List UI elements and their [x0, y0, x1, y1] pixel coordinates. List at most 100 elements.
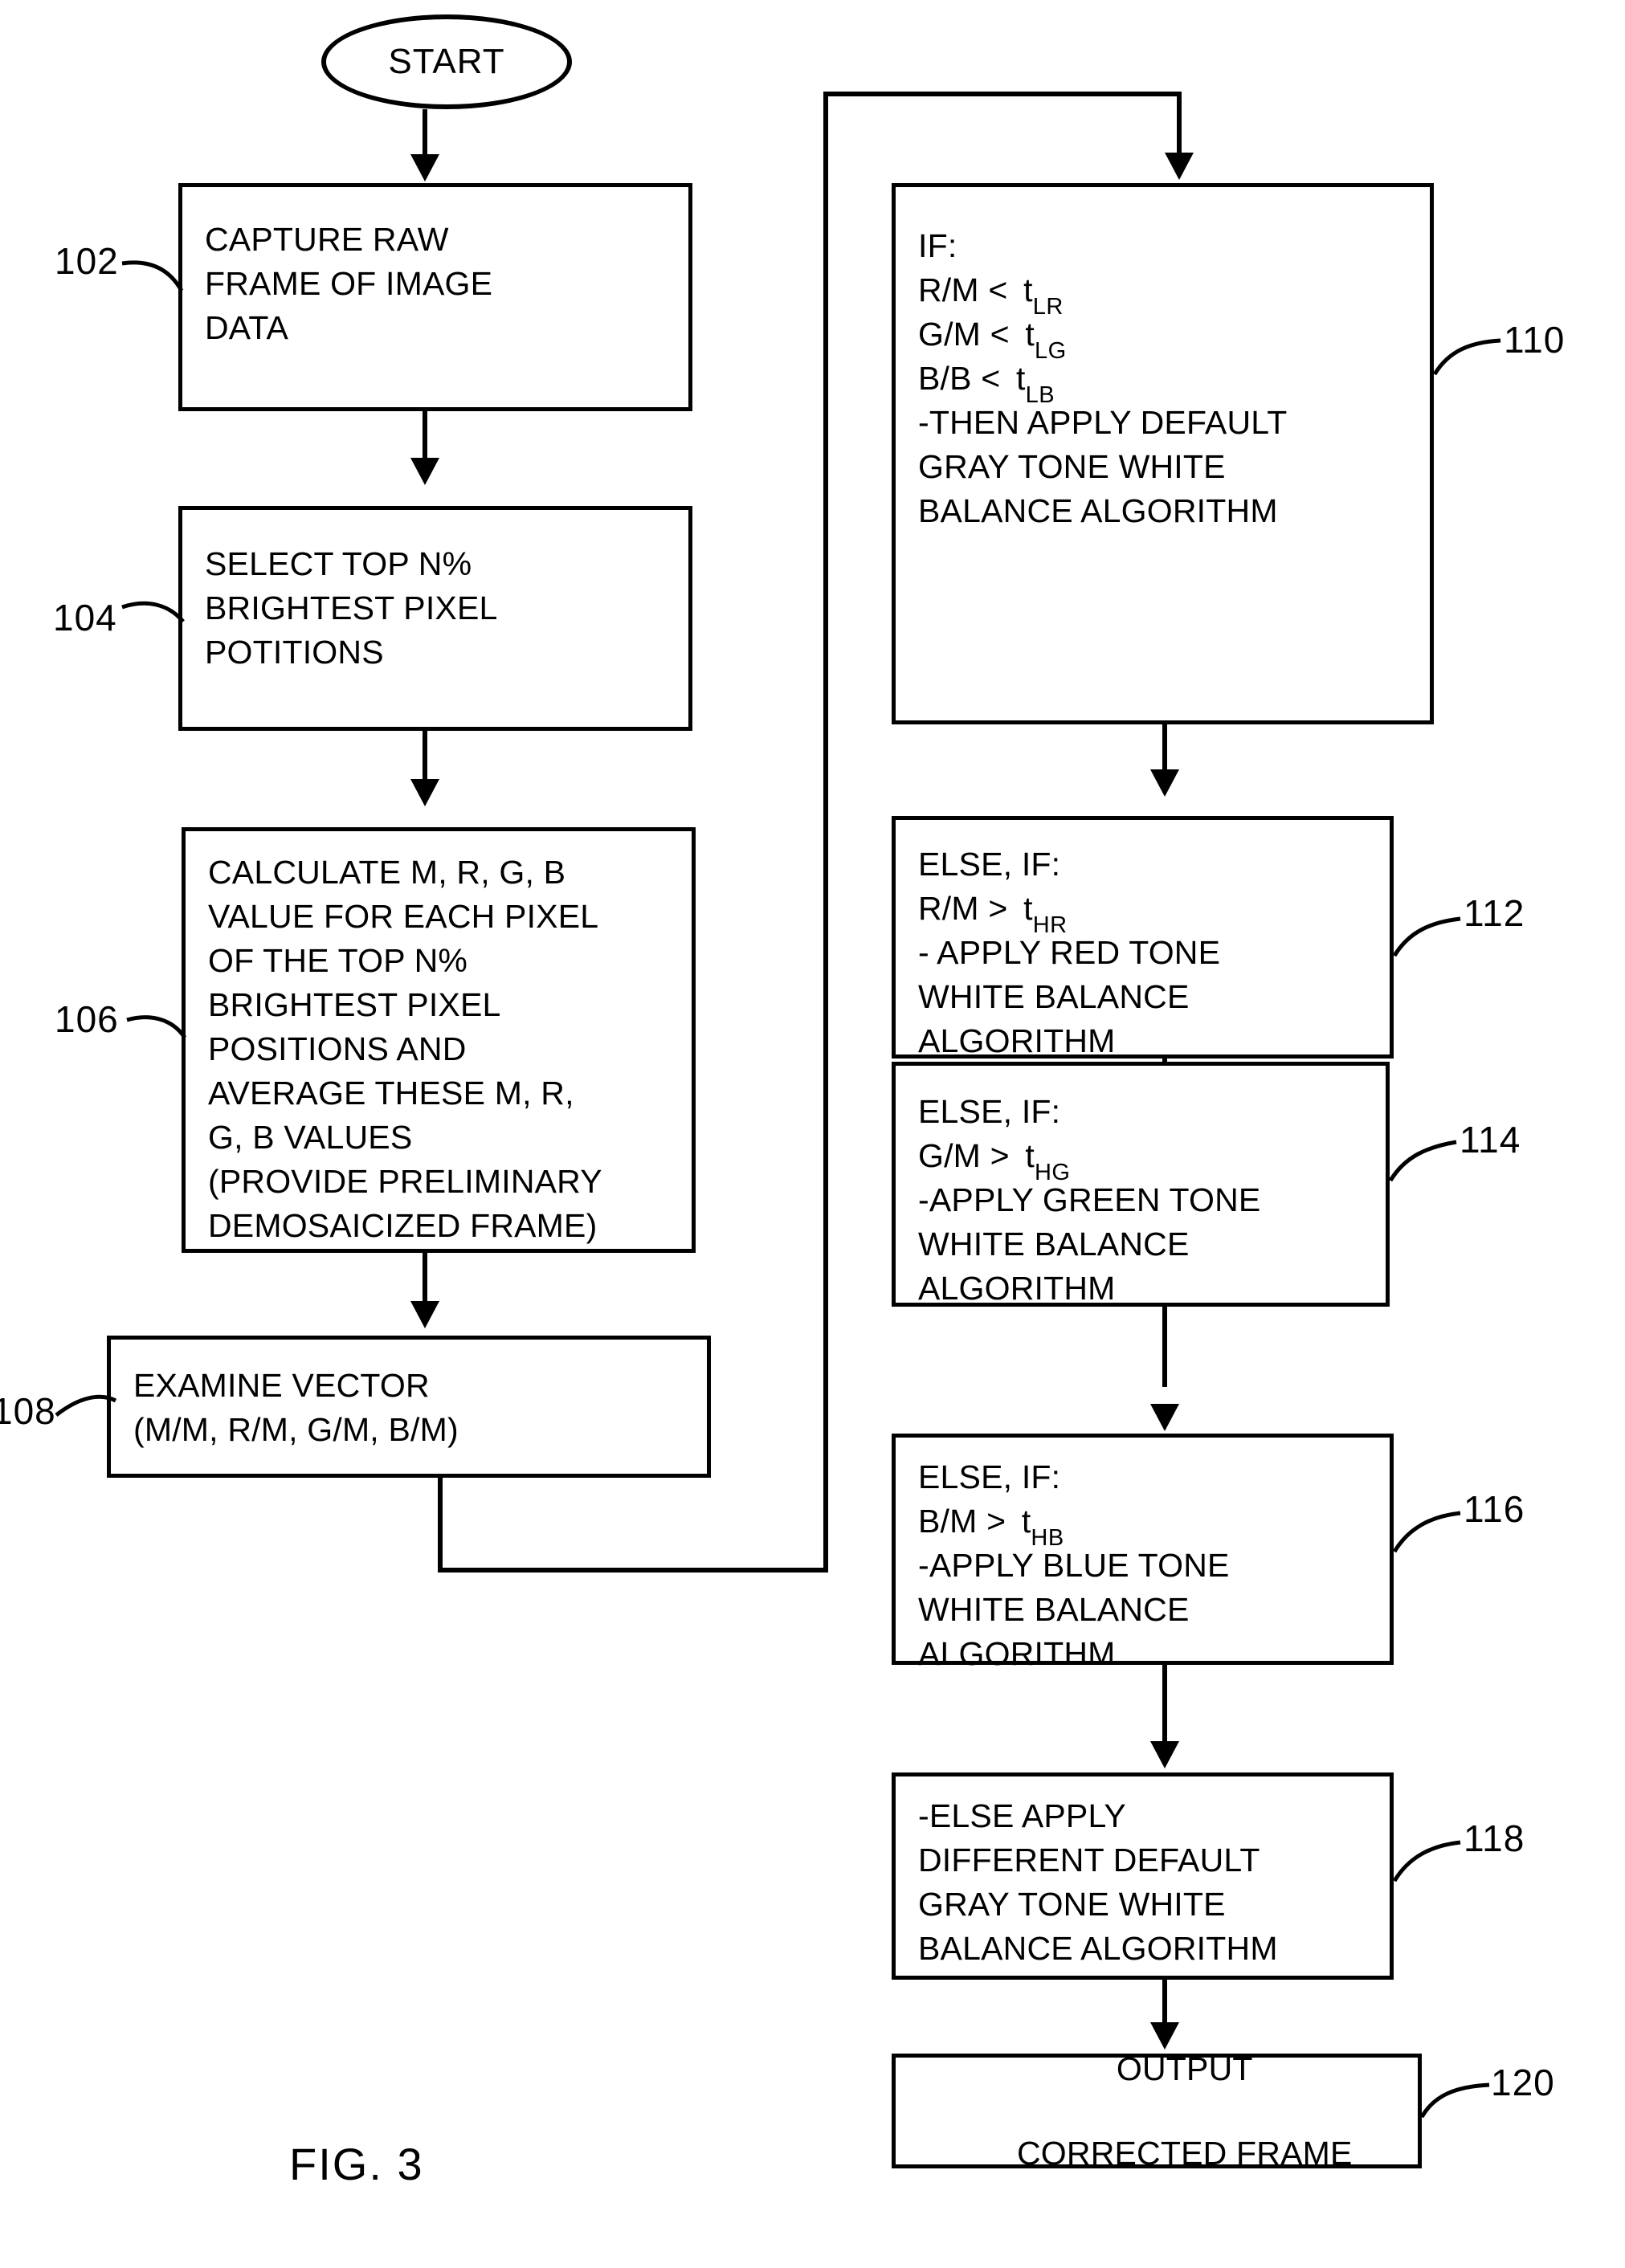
arrowhead-104-to-106: [410, 779, 439, 806]
leader-line-106: [125, 1002, 194, 1050]
reference-numeral-108: 108: [0, 1390, 56, 1432]
box-114-line-3: -APPLY GREEN TONE: [918, 1181, 1261, 1218]
reference-numeral-102: 102: [55, 240, 119, 282]
box-114-line-1: ELSE, IF:: [918, 1093, 1061, 1130]
arrowhead-114-to-116: [1150, 1404, 1179, 1431]
box-102-line-2: FRAME OF IMAGE: [205, 265, 493, 302]
box-112-line-5: ALGORITHM: [918, 1022, 1116, 1059]
feedback-loop-segment-into-110: [1177, 92, 1182, 154]
reference-numeral-120: 120: [1491, 2062, 1555, 2103]
box-110-line-4: B/B < tLB: [918, 360, 1055, 409]
box-110-line-6: GRAY TONE WHITE: [918, 448, 1226, 485]
box-118-line-2: DIFFERENT DEFAULT: [918, 1842, 1260, 1878]
decision-box-112: ELSE, IF: R/M > tHR - APPLY RED TONE WHI…: [892, 816, 1394, 1059]
box-104-line-1: SELECT TOP N%: [205, 545, 472, 582]
box-112-line-1: ELSE, IF:: [918, 846, 1061, 883]
process-box-118: -ELSE APPLY DIFFERENT DEFAULT GRAY TONE …: [892, 1772, 1394, 1980]
box-106-line-5: POSITIONS AND: [208, 1030, 467, 1067]
leader-line-110: [1431, 336, 1504, 384]
box-116-line-5: ALGORITHM: [918, 1635, 1116, 1672]
box-102-line-3: DATA: [205, 309, 289, 346]
feedback-loop-segment-down: [438, 1476, 443, 1573]
box-116-line-3: -APPLY BLUE TONE: [918, 1547, 1230, 1584]
arrowhead-110-to-112: [1150, 769, 1179, 797]
connector-102-to-104: [423, 411, 427, 459]
box-118-line-1: -ELSE APPLY: [918, 1797, 1126, 1834]
box-106-line-4: BRIGHTEST PIXEL: [208, 986, 501, 1023]
box-106-line-6: AVERAGE THESE M, R,: [208, 1075, 574, 1112]
box-116-line-4: WHITE BALANCE: [918, 1591, 1190, 1628]
reference-numeral-118: 118: [1464, 1817, 1525, 1859]
arrowhead-116-to-118: [1150, 1741, 1179, 1768]
box-114-line-5: ALGORITHM: [918, 1270, 1116, 1307]
process-box-102: CAPTURE RAW FRAME OF IMAGE DATA: [178, 183, 692, 411]
box-112-line-2: R/M > tHR: [918, 890, 1068, 939]
box-120-text: OUTPUT CORRECTED FRAME: [961, 2005, 1352, 2216]
box-116-line-1: ELSE, IF:: [918, 1458, 1061, 1495]
reference-numeral-112: 112: [1464, 892, 1525, 934]
box-106-line-8: (PROVIDE PRELIMINARY: [208, 1163, 602, 1200]
connector-114-to-116: [1162, 1307, 1167, 1387]
box-104-line-3: POTITIONS: [205, 634, 384, 671]
box-112-line-4: WHITE BALANCE: [918, 978, 1190, 1015]
reference-numeral-106: 106: [55, 998, 119, 1040]
leader-line-120: [1419, 2082, 1491, 2122]
connector-104-to-106: [423, 731, 427, 781]
leader-line-112: [1391, 916, 1464, 964]
connector-110-to-112: [1162, 724, 1167, 771]
reference-numeral-104: 104: [53, 597, 117, 638]
leader-line-108: [55, 1380, 124, 1428]
box-110-line-7: BALANCE ALGORITHM: [918, 492, 1278, 529]
reference-numeral-110: 110: [1504, 319, 1566, 361]
feedback-loop-segment-right-bottom: [438, 1568, 828, 1573]
arrowhead-102-to-104: [410, 458, 439, 485]
box-106-line-9: DEMOSAICIZED FRAME): [208, 1207, 598, 1244]
box-112-line-3: - APPLY RED TONE: [918, 934, 1221, 971]
leader-line-118: [1391, 1839, 1464, 1887]
process-box-108: EXAMINE VECTOR (M/M, R/M, G/M, B/M): [107, 1336, 711, 1478]
box-120-line-1: OUTPUT: [1116, 2050, 1253, 2087]
box-104-line-2: BRIGHTEST PIXEL: [205, 589, 498, 626]
box-106-line-2: VALUE FOR EACH PIXEL: [208, 898, 599, 935]
box-110-line-2: R/M < tLR: [918, 271, 1064, 320]
decision-box-116: ELSE, IF: B/M > tHB -APPLY BLUE TONE WHI…: [892, 1434, 1394, 1672]
feedback-loop-segment-up: [823, 92, 828, 1573]
process-box-104: SELECT TOP N% BRIGHTEST PIXEL POTITIONS: [178, 506, 692, 731]
box-106-line-3: OF THE TOP N%: [208, 942, 468, 979]
connector-106-to-108: [423, 1253, 427, 1303]
box-118-line-4: BALANCE ALGORITHM: [918, 1930, 1278, 1967]
process-box-106: CALCULATE M, R, G, B VALUE FOR EACH PIXE…: [182, 827, 696, 1253]
decision-box-110: IF: R/M < tLR G/M < tLG B/B < tLB -THEN …: [892, 183, 1434, 724]
box-116-line-2: B/M > tHB: [918, 1503, 1064, 1552]
start-terminal-label: START: [388, 42, 505, 81]
decision-box-114: ELSE, IF: G/M > tHG -APPLY GREEN TONE WH…: [892, 1062, 1390, 1307]
box-110-line-3: G/M < tLG: [918, 316, 1067, 365]
box-106-line-1: CALCULATE M, R, G, B: [208, 854, 566, 891]
arrowhead-loop-to-110: [1165, 153, 1194, 180]
leader-line-102: [120, 241, 193, 297]
reference-numeral-116: 116: [1464, 1488, 1525, 1530]
box-118-line-3: GRAY TONE WHITE: [918, 1886, 1226, 1923]
connector-116-to-118: [1162, 1665, 1167, 1742]
box-114-line-4: WHITE BALANCE: [918, 1226, 1190, 1262]
arrowhead-start-to-102: [410, 154, 439, 182]
box-110-line-5: -THEN APPLY DEFAULT: [918, 404, 1288, 441]
start-terminal: START: [321, 14, 572, 109]
connector-start-to-102: [423, 109, 427, 156]
box-120-line-2: CORRECTED FRAME: [1016, 2134, 1353, 2172]
box-108-line-2: (M/M, R/M, G/M, B/M): [133, 1411, 459, 1448]
arrowhead-106-to-108: [410, 1301, 439, 1328]
leader-line-104: [120, 586, 193, 634]
feedback-loop-segment-right-top: [823, 92, 1182, 96]
box-114-line-2: G/M > tHG: [918, 1137, 1071, 1186]
terminal-box-120: OUTPUT CORRECTED FRAME: [892, 2050, 1422, 2172]
box-110-line-1: IF:: [918, 227, 957, 264]
box-102-line-1: CAPTURE RAW: [205, 221, 449, 258]
box-108-line-1: EXAMINE VECTOR: [133, 1367, 430, 1404]
patent-figure-canvas: START CAPTURE RAW FRAME OF IMAGE DATA 10…: [0, 0, 1625, 2268]
reference-numeral-114: 114: [1460, 1119, 1521, 1161]
leader-line-114: [1387, 1140, 1460, 1189]
figure-caption: FIG. 3: [289, 2139, 424, 2189]
leader-line-116: [1391, 1510, 1464, 1558]
box-106-line-7: G, B VALUES: [208, 1119, 413, 1156]
